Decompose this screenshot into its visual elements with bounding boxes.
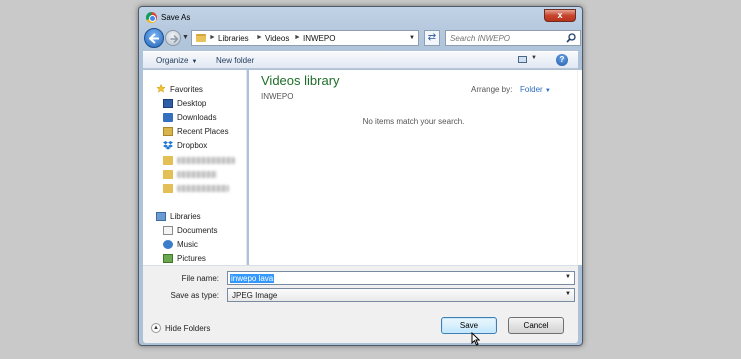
- recent-locations-dropdown[interactable]: ▼: [182, 34, 189, 41]
- library-subtitle: INWEPO: [261, 92, 294, 101]
- save-form: File name: inwepo lava ▼ Save as type: J…: [143, 265, 578, 313]
- new-folder-button[interactable]: New folder: [216, 56, 254, 65]
- nav-label: Documents: [177, 226, 218, 235]
- nav-label: Favorites: [170, 85, 203, 94]
- documents-icon: [163, 226, 173, 235]
- search-input[interactable]: [446, 31, 558, 45]
- navigation-row: ▼ ► Libraries ► Videos ► INWEPO ▼ ⇄: [143, 28, 581, 50]
- dialog-footer: ▲ Hide Folders Save Cancel: [143, 313, 578, 343]
- folder-icon: [163, 170, 173, 179]
- chevron-up-icon: ▲: [151, 323, 161, 333]
- address-bar[interactable]: ► Libraries ► Videos ► INWEPO ▼: [191, 30, 419, 46]
- nav-item-desktop[interactable]: Desktop: [143, 97, 237, 110]
- pictures-icon: [163, 254, 173, 263]
- chevron-down-icon: ▼: [191, 59, 198, 65]
- nav-item-pictures[interactable]: Pictures: [143, 252, 237, 265]
- dropbox-icon: [163, 141, 173, 150]
- chevron-right-icon[interactable]: ►: [294, 34, 301, 41]
- nav-item-blurred-folder[interactable]: [143, 182, 237, 195]
- blurred-folder-name: [177, 157, 235, 164]
- arrow-left-icon: [149, 33, 159, 44]
- arrange-by-value: Folder: [520, 85, 543, 94]
- view-icon: [518, 56, 527, 63]
- breadcrumb-videos[interactable]: Videos: [265, 34, 289, 43]
- folder-icon: [163, 156, 173, 165]
- blurred-folder-name: [177, 185, 229, 192]
- refresh-icon: ⇄: [427, 32, 437, 43]
- breadcrumb-inwepo[interactable]: INWEPO: [303, 34, 335, 43]
- nav-item-blurred-folder[interactable]: [143, 154, 237, 167]
- nav-label: Desktop: [177, 99, 207, 108]
- nav-label: Recent Places: [177, 127, 229, 136]
- organize-button[interactable]: Organize ▼: [156, 56, 197, 65]
- help-button[interactable]: ?: [556, 54, 568, 66]
- search-icon[interactable]: [566, 33, 576, 43]
- libraries-icon: [156, 212, 166, 221]
- recent-places-icon: [163, 127, 173, 136]
- chrome-icon: [146, 12, 157, 23]
- nav-item-libraries[interactable]: Libraries: [143, 210, 237, 223]
- forward-button[interactable]: [165, 30, 181, 46]
- refresh-button[interactable]: ⇄: [424, 30, 440, 46]
- save-as-dialog: Save As x ▼ ► Libraries ► Videos ► INWEP…: [138, 6, 583, 346]
- navigation-pane: Favorites Desktop Downloads Recent Place…: [143, 70, 247, 265]
- chevron-right-icon[interactable]: ►: [209, 34, 216, 41]
- folder-icon: [163, 184, 173, 193]
- nav-item-recent-places[interactable]: Recent Places: [143, 125, 237, 138]
- nav-item-dropbox[interactable]: Dropbox: [143, 139, 237, 152]
- close-button[interactable]: x: [544, 9, 576, 22]
- nav-label: Music: [177, 240, 198, 249]
- address-dropdown-icon[interactable]: ▼: [409, 35, 415, 41]
- nav-label: Downloads: [177, 113, 217, 122]
- breadcrumb-libraries[interactable]: Libraries: [218, 34, 249, 43]
- change-view-button[interactable]: ▼: [518, 55, 538, 66]
- nav-item-blurred-folder[interactable]: [143, 168, 237, 181]
- chevron-down-icon: ▼: [565, 291, 571, 297]
- desktop-icon: [163, 99, 173, 108]
- title-bar[interactable]: Save As x: [143, 9, 578, 27]
- file-list-pane[interactable]: Videos library INWEPO Arrange by: Folder…: [249, 70, 582, 265]
- command-toolbar: Organize ▼ New folder ▼ ?: [143, 51, 578, 69]
- mouse-cursor-icon: [471, 332, 480, 346]
- nav-item-music[interactable]: Music: [143, 238, 237, 251]
- save-as-type-value: JPEG Image: [232, 291, 278, 300]
- downloads-icon: [163, 113, 173, 122]
- nav-item-documents[interactable]: Documents: [143, 224, 237, 237]
- empty-message: No items match your search.: [362, 117, 465, 126]
- star-icon: [156, 84, 166, 93]
- arrange-by-label: Arrange by:: [471, 85, 513, 94]
- search-box[interactable]: [445, 30, 581, 46]
- file-name-value[interactable]: inwepo lava: [230, 274, 275, 283]
- save-as-type-label: Save as type:: [170, 291, 219, 300]
- file-name-field[interactable]: inwepo lava ▼: [227, 271, 575, 285]
- folder-icon: [196, 34, 206, 42]
- arrow-right-icon: [170, 35, 178, 43]
- blurred-folder-name: [177, 171, 217, 178]
- library-title: Videos library: [261, 73, 340, 88]
- back-button[interactable]: [144, 28, 164, 48]
- hide-folders-label: Hide Folders: [165, 324, 211, 333]
- nav-item-downloads[interactable]: Downloads: [143, 111, 237, 124]
- arrange-by-dropdown[interactable]: Folder ▼: [520, 85, 551, 94]
- dialog-title: Save As: [161, 13, 191, 22]
- nav-label: Dropbox: [177, 141, 208, 150]
- nav-item-favorites[interactable]: Favorites: [143, 83, 237, 96]
- organize-label: Organize: [156, 56, 189, 65]
- nav-label: Libraries: [170, 212, 201, 221]
- cancel-button[interactable]: Cancel: [508, 317, 564, 334]
- save-as-type-select[interactable]: JPEG Image ▼: [227, 288, 575, 302]
- chevron-down-icon[interactable]: ▼: [565, 274, 571, 280]
- file-name-label: File name:: [181, 274, 219, 283]
- chevron-right-icon[interactable]: ►: [256, 34, 263, 41]
- nav-label: Pictures: [177, 254, 206, 263]
- chevron-down-icon: ▼: [531, 55, 537, 61]
- content-scrollbar[interactable]: [577, 70, 582, 265]
- chevron-down-icon: ▼: [544, 88, 551, 94]
- save-button[interactable]: Save: [441, 317, 497, 334]
- music-icon: [163, 240, 173, 249]
